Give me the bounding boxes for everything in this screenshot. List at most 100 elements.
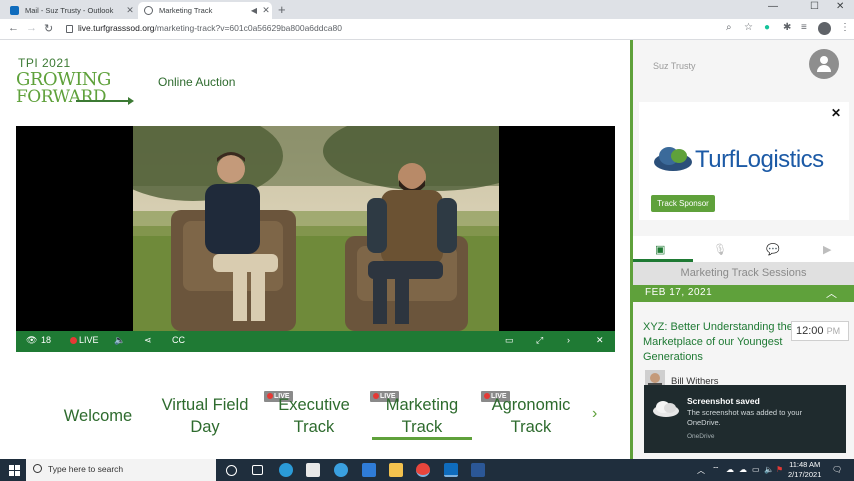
sponsor-name: TurfLogistics (695, 146, 824, 173)
microphone-icon[interactable]: 🎙 (713, 243, 727, 256)
track-welcome[interactable]: Welcome (56, 405, 140, 427)
tab-title: Mail - Suz Trusty - Outlook (25, 6, 114, 15)
grammarly-icon[interactable]: ● (764, 22, 770, 33)
panel-tabs: ▣ 🎙 💬 ▶ (633, 236, 854, 262)
chevron-right-icon[interactable]: › (592, 405, 597, 423)
close-icon[interactable]: ✕ (596, 335, 604, 346)
wifi-icon[interactable]: ⌔ (712, 465, 720, 475)
cloud-logo-icon (654, 147, 692, 171)
reload-icon[interactable]: ↻ (44, 22, 53, 35)
close-tab-icon[interactable]: ✕ (124, 5, 136, 16)
clock-date: 2/17/2021 (788, 470, 822, 479)
online-auction-link[interactable]: Online Auction (158, 75, 235, 89)
url-field[interactable]: live.turfgrasssod.org/marketing-track?v=… (78, 23, 342, 33)
search-icon (33, 464, 42, 473)
chevron-up-icon[interactable]: ︿ (826, 285, 837, 301)
zoom-icon[interactable]: ⌕ (726, 22, 732, 33)
tab-outlook[interactable]: Mail - Suz Trusty - Outlook ✕ (4, 2, 136, 19)
mail-icon[interactable] (362, 463, 376, 477)
address-bar: ← → ↻ live.turfgrasssod.org/marketing-tr… (0, 19, 854, 40)
volume-icon[interactable]: 🔈 (114, 335, 125, 346)
notifications-icon[interactable]: 🗨 (832, 465, 842, 474)
screenshot-toast[interactable]: Screenshot saved The screenshot was adde… (644, 385, 846, 453)
store-icon[interactable] (306, 463, 320, 477)
toast-source: OneDrive (687, 433, 715, 440)
track-label-line2: Track (510, 418, 552, 436)
track-marketing[interactable]: Marketing Track (376, 394, 468, 438)
toast-body: The screenshot was added to your OneDriv… (687, 408, 803, 427)
chat-icon[interactable]: 💬 (766, 243, 780, 256)
outlook-icon[interactable] (444, 463, 458, 477)
track-label-line1: Virtual Field (161, 396, 249, 414)
ie-icon[interactable] (334, 463, 348, 477)
close-icon[interactable]: ✕ (831, 106, 841, 120)
video-player[interactable] (16, 126, 615, 331)
taskbar-search[interactable]: Type here to search (26, 459, 216, 481)
logo-line1: TPI 2021 (18, 56, 71, 70)
track-sponsor-button[interactable]: Track Sponsor (651, 195, 715, 212)
battery-icon[interactable]: ▭ (752, 465, 760, 474)
onedrive-tray-icon-2[interactable]: ☁ (739, 465, 747, 474)
track-label-line2: Track (401, 418, 443, 436)
theater-mode-icon[interactable]: ▭ (505, 335, 514, 346)
clock-time: 11:48 AM (789, 460, 821, 469)
bookmark-star-icon[interactable]: ☆ (744, 22, 753, 33)
fullscreen-icon[interactable]: ⤢ (536, 335, 543, 346)
forward-icon[interactable]: → (26, 22, 37, 34)
close-tab-icon[interactable]: ✕ (260, 5, 272, 16)
track-label-line2: Track (293, 418, 335, 436)
lock-icon[interactable] (66, 25, 73, 33)
agenda-icon[interactable]: ▣ (655, 243, 665, 256)
system-clock[interactable]: 11:48 AM 2/17/2021 (788, 460, 821, 480)
tab-marketing-track[interactable]: Marketing Track ◀ ✕ (138, 2, 272, 19)
tray-chevron-icon[interactable]: ︿ (697, 465, 705, 476)
cortana-icon[interactable] (226, 465, 237, 476)
event-logo[interactable]: TPI 2021 GROWING FORWARD (16, 56, 134, 110)
track-executive[interactable]: Executive Track (270, 394, 358, 438)
date-header[interactable]: FEB 17, 2021 ︿ (633, 285, 854, 302)
video-frame (133, 126, 499, 331)
track-agronomic[interactable]: Agronomic Track (486, 394, 576, 438)
sessions-title: Marketing Track Sessions (633, 262, 854, 285)
captions-button[interactable]: CC (172, 335, 185, 345)
viewers-icon: 👁 (26, 335, 38, 345)
sponsor-logo[interactable]: TurfLogistics (653, 140, 843, 180)
onedrive-cloud-icon (653, 401, 679, 417)
user-name: Suz Trusty (653, 61, 696, 71)
track-label-line1: Marketing (385, 396, 459, 414)
track-label-line1: Agronomic (491, 396, 571, 414)
maximize-button[interactable]: ☐ (810, 1, 819, 12)
close-window-button[interactable]: ✕ (836, 1, 844, 12)
play-icon[interactable]: ▶ (823, 243, 831, 256)
edge-icon[interactable] (279, 463, 293, 477)
task-view-icon[interactable] (252, 465, 263, 475)
outlook-icon (10, 6, 19, 15)
minimize-button[interactable]: — (768, 1, 778, 12)
extensions-icon[interactable]: ✱ (783, 22, 791, 33)
share-icon[interactable]: ⋖ (144, 335, 152, 346)
chrome-icon[interactable] (416, 463, 430, 477)
word-icon[interactable] (471, 463, 485, 477)
track-virtual-field-day[interactable]: Virtual Field Day (155, 394, 255, 438)
speaker-icon[interactable]: ◀ (248, 6, 260, 15)
logo-arrowhead (128, 97, 134, 105)
session-title[interactable]: XYZ: Better Understanding the Marketplac… (643, 320, 793, 365)
profile-avatar-icon[interactable] (818, 22, 831, 35)
live-indicator[interactable]: LIVE (70, 335, 99, 345)
flag-icon[interactable]: ⚑ (776, 465, 783, 474)
taskbar-search-placeholder: Type here to search (48, 464, 124, 474)
onedrive-tray-icon[interactable]: ☁ (726, 465, 734, 474)
reading-list-icon[interactable]: ≡ (801, 22, 807, 33)
viewer-count: 18 (41, 335, 52, 345)
back-icon[interactable]: ← (8, 22, 19, 34)
menu-icon[interactable]: ⋮ (840, 22, 850, 33)
track-label-line1: Executive (278, 396, 350, 414)
user-avatar-icon[interactable] (809, 49, 839, 79)
new-tab-button[interactable]: + (278, 2, 286, 17)
next-icon[interactable]: › (567, 335, 570, 345)
windows-start-icon[interactable] (9, 465, 20, 476)
logo-arrow (76, 100, 130, 102)
file-explorer-icon[interactable] (389, 463, 403, 477)
url-path: /marketing-track?v=601c0a56629ba800a6ddc… (154, 23, 342, 33)
volume-tray-icon[interactable]: 🔈 (764, 465, 774, 474)
